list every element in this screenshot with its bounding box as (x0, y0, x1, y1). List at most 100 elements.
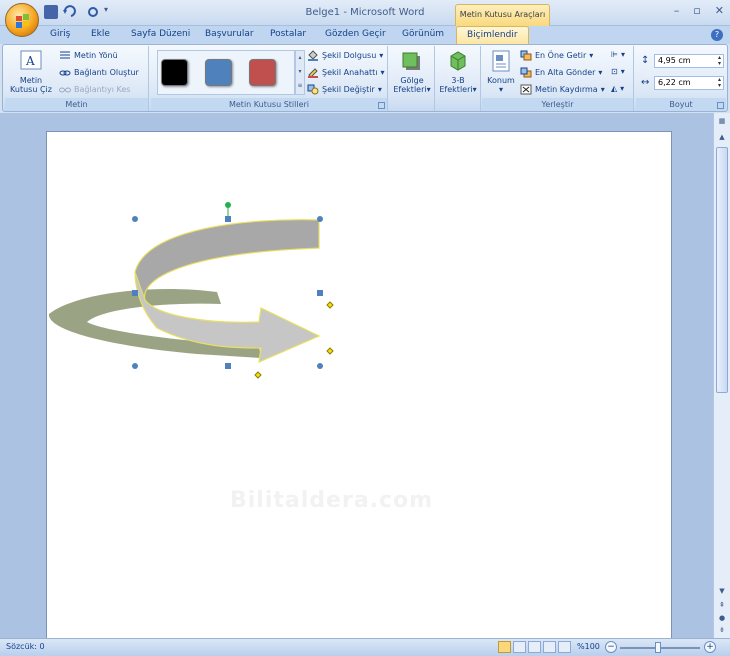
browse-object-icon[interactable]: ● (716, 612, 728, 624)
adjust-handle-3 (254, 371, 262, 379)
chevron-down-icon: ▾ (498, 85, 503, 94)
align-button[interactable]: ⊫ ▾ (611, 50, 625, 59)
document-page[interactable]: Bilitaldera.com (46, 131, 672, 638)
office-logo-icon (16, 14, 29, 28)
maximize-icon[interactable]: ▫ (693, 4, 700, 17)
position-icon (492, 50, 510, 72)
vertical-scrollbar[interactable]: ▦ ▲ ▼ ⇞ ● ⇟ (713, 113, 730, 638)
scroll-down-icon[interactable]: ▼ (716, 585, 728, 597)
change-shape-label: Şekil Değiştir (322, 85, 375, 94)
chevron-down-icon: ▾ (620, 50, 625, 59)
help-icon[interactable]: ? (711, 29, 723, 41)
draft-view-icon[interactable] (558, 641, 571, 653)
tab-ekle[interactable]: Ekle (91, 29, 110, 39)
gallery-scroll[interactable]: ▴ ▾ ≡ (295, 50, 305, 95)
text-direction-label: Metin Yönü (74, 51, 118, 60)
tab-giris[interactable]: Giriş (50, 29, 70, 39)
text-wrapping-button[interactable]: Metin Kaydırma ▾ (520, 84, 605, 95)
draw-text-box-button[interactable]: A Metin Kutusu Çiz (9, 50, 53, 94)
style-swatch-black[interactable] (161, 59, 188, 86)
ruler-toggle-icon[interactable]: ▦ (716, 115, 728, 127)
draw-text-box-label-1: Metin (19, 76, 43, 85)
previous-page-icon[interactable]: ⇞ (716, 599, 728, 611)
styles-dialog-launcher[interactable] (378, 102, 385, 109)
3d-label-1: 3-B (451, 76, 465, 85)
group-label-size: Boyut (636, 98, 726, 111)
scroll-up-icon[interactable]: ▲ (716, 131, 728, 143)
style-swatch-red[interactable] (249, 59, 276, 86)
3d-cube-icon (450, 51, 466, 71)
shape-width-input[interactable]: 6,22 cm ▴ ▾ (654, 76, 724, 90)
bring-to-front-button[interactable]: En Öne Getir ▾ (520, 50, 593, 61)
chevron-down-icon: ▾ (380, 68, 385, 77)
next-page-icon[interactable]: ⇟ (716, 624, 728, 636)
shadow-label-1: Gölge (400, 76, 424, 85)
rotate-button[interactable]: ◭ ▾ (611, 84, 624, 93)
tab-bicimlendir[interactable]: Biçimlendir (456, 26, 529, 44)
outline-view-icon[interactable] (543, 641, 556, 653)
shape-outline-button[interactable]: Şekil Anahattı ▾ (307, 67, 385, 78)
style-swatch-blue[interactable] (205, 59, 232, 86)
chevron-down-icon: ▾ (472, 85, 477, 94)
resize-handle-r (317, 290, 323, 296)
change-shape-button[interactable]: Şekil Değiştir ▾ (307, 84, 382, 95)
send-back-icon (520, 67, 532, 78)
scroll-thumb[interactable] (716, 147, 728, 393)
send-to-back-button[interactable]: En Alta Gönder ▾ (520, 67, 602, 78)
shadow-effects-button[interactable]: Gölge Efektleri▾ (392, 50, 432, 94)
print-layout-view-icon[interactable] (498, 641, 511, 653)
minimize-icon[interactable]: – (674, 4, 680, 17)
group-objects-icon: ⊡ (611, 67, 618, 76)
break-link-button[interactable]: Bağlantıyı Kes (59, 84, 130, 95)
group-arrange: Konum ▾ En Öne Getir ▾ En Alta Gönder ▾ Me… (482, 46, 634, 111)
zoom-out-button[interactable]: − (605, 641, 617, 653)
paint-bucket-icon (308, 50, 318, 61)
chevron-down-icon: ▾ (377, 85, 382, 94)
height-spinner-icon[interactable]: ▴ ▾ (718, 55, 721, 67)
tab-basvurular[interactable]: Başvurular (205, 29, 254, 39)
shapes-icon (307, 84, 319, 95)
chevron-down-icon: ▾ (379, 51, 384, 60)
close-icon[interactable]: ✕ (715, 4, 724, 17)
zoom-in-button[interactable]: + (704, 641, 716, 653)
group-objects-button[interactable]: ⊡ ▾ (611, 67, 625, 76)
zoom-level[interactable]: %100 (577, 642, 600, 651)
word-count[interactable]: Sözcük: 0 (6, 642, 45, 651)
shape-height-input[interactable]: 4,95 cm ▴ ▾ (654, 54, 724, 68)
tab-gorunum[interactable]: Görünüm (402, 29, 444, 39)
3d-effects-button[interactable]: 3-B Efektleri▾ (438, 50, 478, 94)
chevron-down-icon: ▾ (598, 68, 603, 77)
text-wrap-label: Metin Kaydırma (535, 85, 598, 94)
customize-toolbar-chevron-icon[interactable]: ▾ (104, 5, 112, 19)
window-controls: – ▫ ✕ (674, 4, 724, 17)
adjust-handle-2 (326, 347, 334, 355)
tab-postalar[interactable]: Postalar (270, 29, 306, 39)
zoom-slider-thumb[interactable] (655, 642, 661, 653)
text-direction-button[interactable]: Metin Yönü (59, 50, 118, 61)
undo-icon[interactable] (62, 5, 82, 19)
office-button[interactable] (5, 3, 39, 37)
tab-gozden-gecir[interactable]: Gözden Geçir (325, 29, 386, 39)
tab-sayfa-duzeni[interactable]: Sayfa Düzeni (131, 29, 190, 39)
position-button[interactable]: Konum ▾ (484, 50, 518, 94)
title-bar: ▾ Belge1 - Microsoft Word Metin Kutusu A… (0, 0, 730, 26)
redo-icon[interactable] (86, 5, 100, 19)
group-label-arrange: Yerleştir (482, 98, 633, 111)
ribbon-tabs: Giriş Ekle Sayfa Düzeni Başvurular Posta… (0, 26, 730, 44)
shadow-icon (402, 52, 420, 70)
web-layout-view-icon[interactable] (528, 641, 541, 653)
text-wrap-icon (520, 84, 532, 95)
arrow-top-face (134, 219, 320, 301)
size-dialog-launcher[interactable] (717, 102, 724, 109)
create-link-button[interactable]: Bağlantı Oluştur (59, 67, 139, 78)
save-icon[interactable] (44, 5, 58, 19)
send-back-label: En Alta Gönder (535, 68, 596, 77)
ribbon: A Metin Kutusu Çiz Metin Yönü Bağlantı O… (2, 44, 728, 112)
3d-label-2: Efektleri (439, 85, 473, 94)
shape-fill-button[interactable]: Şekil Dolgusu ▾ (307, 50, 383, 61)
group-text-box-styles: ▴ ▾ ≡ Şekil Dolgusu ▾ Şekil Anahattı ▾ Şekil… (151, 46, 388, 111)
shape-outline-label: Şekil Anahattı (322, 68, 378, 77)
quick-access-toolbar: ▾ (44, 5, 112, 19)
full-screen-view-icon[interactable] (513, 641, 526, 653)
width-spinner-icon[interactable]: ▴ ▾ (718, 77, 721, 89)
